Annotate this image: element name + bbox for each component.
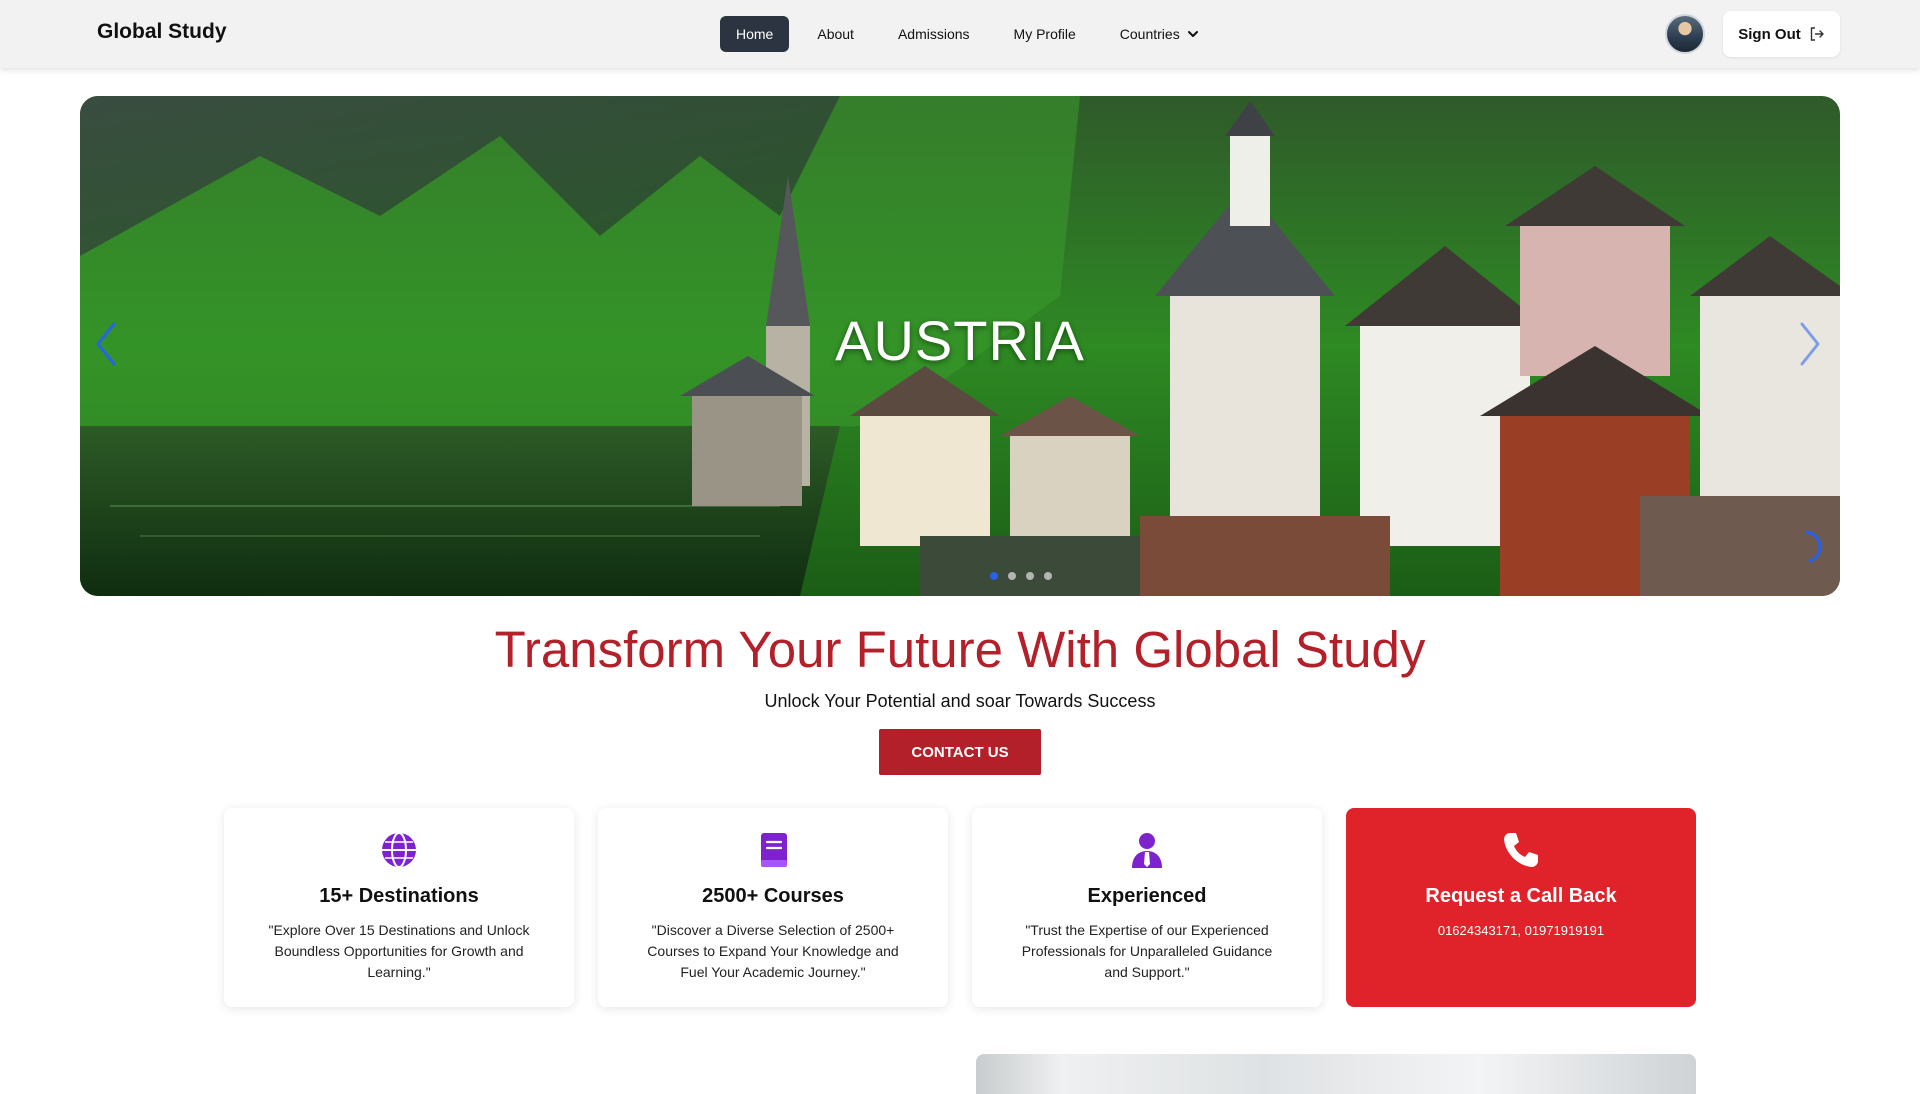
card-description: "Discover a Diverse Selection of 2500+ C… (647, 922, 899, 980)
section-image-partial (976, 1054, 1696, 1094)
nav-countries-dropdown[interactable]: Countries (1104, 16, 1216, 52)
hero-slide-title: AUSTRIA (835, 309, 1085, 372)
hero-carousel: AUSTRIA (80, 96, 1840, 596)
card-description: "Trust the Expertise of our Experienced … (1021, 922, 1273, 980)
carousel-dot[interactable] (990, 572, 998, 580)
carousel-next-arrow-icon[interactable] (1792, 314, 1828, 374)
carousel-dot[interactable] (1008, 572, 1016, 580)
user-tie-icon (1132, 833, 1162, 868)
card-title: Experienced (1087, 885, 1207, 907)
card-title: 2500+ Courses (702, 885, 844, 907)
sign-out-icon (1810, 27, 1824, 41)
phone-icon (1504, 833, 1538, 867)
nav-links: Home About Admissions My Profile Countri… (720, 16, 1228, 52)
nav-countries-label: Countries (1119, 26, 1180, 42)
callback-phone-numbers: 01624343171, 01971919191 (1437, 923, 1605, 938)
chevron-down-icon (1187, 31, 1198, 37)
page-headline: Transform Your Future With Global Study (494, 621, 1426, 678)
nav-my-profile[interactable]: My Profile (998, 16, 1092, 52)
carousel-prev-arrow-icon[interactable] (88, 314, 124, 374)
card-description: "Explore Over 15 Destinations and Unlock… (268, 922, 530, 980)
carousel-dot[interactable] (1026, 572, 1034, 580)
brand-logo[interactable]: Global Study (97, 20, 227, 44)
user-avatar[interactable] (1665, 14, 1705, 54)
nav-admissions[interactable]: Admissions (882, 16, 986, 52)
page-subheadline: Unlock Your Potential and soar Towards S… (764, 691, 1156, 711)
contact-us-button[interactable]: CONTACT US (879, 729, 1041, 775)
carousel-dot[interactable] (1044, 572, 1052, 580)
autoplay-progress-icon (1805, 530, 1822, 563)
card-title: 15+ Destinations (319, 885, 479, 907)
book-icon (761, 833, 787, 867)
card-title: Request a Call Back (1425, 885, 1617, 907)
carousel-pagination (990, 572, 1052, 580)
request-callback-card[interactable]: Request a Call Back 01624343171, 0197191… (1346, 808, 1696, 1007)
sign-out-label: Sign Out (1738, 25, 1801, 43)
feature-card-courses: 2500+ Courses "Discover a Diverse Select… (598, 808, 948, 1007)
top-navbar: Global Study Home About Admissions My Pr… (0, 0, 1920, 68)
feature-card-destinations: 15+ Destinations "Explore Over 15 Destin… (224, 808, 574, 1007)
globe-icon (382, 832, 416, 868)
nav-home[interactable]: Home (720, 16, 790, 52)
nav-about[interactable]: About (801, 16, 870, 52)
sign-out-button[interactable]: Sign Out (1723, 11, 1840, 57)
feature-card-experienced: Experienced "Trust the Expertise of our … (972, 808, 1322, 1007)
